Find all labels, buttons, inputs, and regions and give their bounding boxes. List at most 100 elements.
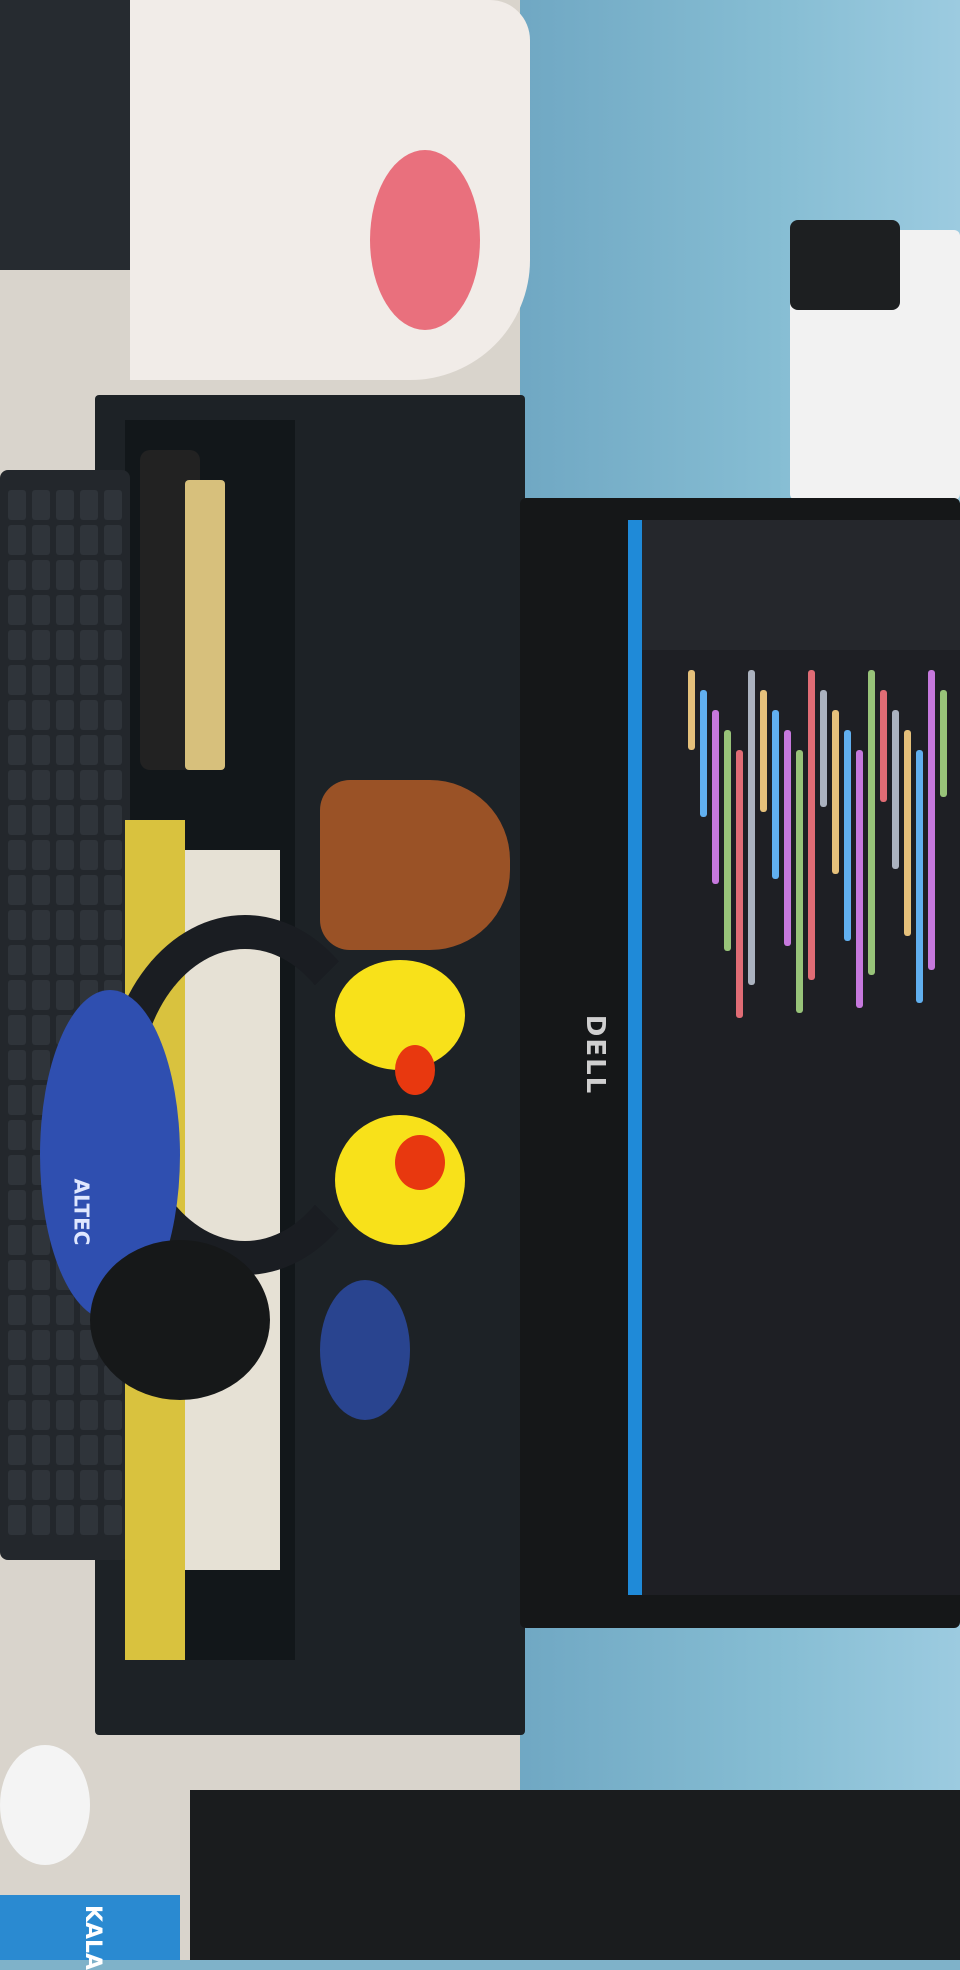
editor-status-bar: [628, 520, 642, 1595]
keyboard-key: [8, 1190, 26, 1220]
keyboard-key: [56, 840, 74, 870]
keyboard-key: [32, 945, 50, 975]
keyboard-key: [104, 700, 122, 730]
code-line: [820, 690, 827, 807]
code-line: [724, 730, 731, 951]
keyboard-key: [32, 630, 50, 660]
keyboard-key: [80, 875, 98, 905]
code-line: [712, 710, 719, 884]
keyboard-key: [104, 945, 122, 975]
keyboard-key: [32, 1505, 50, 1535]
keyboard-key: [8, 840, 26, 870]
keyboard-key: [8, 805, 26, 835]
keyboard-key: [80, 1400, 98, 1430]
keyboard-key: [104, 805, 122, 835]
code-line: [808, 670, 815, 980]
keyboard-key: [104, 910, 122, 940]
keyboard-key: [80, 840, 98, 870]
code-line: [736, 750, 743, 1018]
keyboard-key: [56, 805, 74, 835]
monitor-screen: [628, 520, 960, 1595]
keyboard-key: [56, 945, 74, 975]
keyboard-key: [8, 1155, 26, 1185]
keyboard-key: [56, 560, 74, 590]
keyboard-key: [8, 1365, 26, 1395]
code-line: [784, 730, 791, 946]
keyboard-key: [8, 1400, 26, 1430]
card-holder: [185, 480, 225, 770]
mouse: [0, 1745, 90, 1865]
keyboard-key: [104, 840, 122, 870]
keyboard-key: [32, 595, 50, 625]
keyboard-key: [56, 735, 74, 765]
headphone-earcup: [90, 1240, 270, 1400]
keyboard-key: [8, 700, 26, 730]
blue-ornament: [320, 1280, 410, 1420]
keyboard-key: [56, 1365, 74, 1395]
keyboard-key: [56, 1330, 74, 1360]
keyboard-key: [8, 665, 26, 695]
keyboard-key: [104, 1505, 122, 1535]
code-line: [856, 750, 863, 1008]
keyboard-key: [32, 735, 50, 765]
keyboard-key: [8, 945, 26, 975]
code-line: [760, 690, 767, 812]
box-label: KALA: [80, 1904, 106, 1970]
keyboard-key: [56, 980, 74, 1010]
keyboard-key: [80, 1505, 98, 1535]
keyboard-key: [32, 1330, 50, 1360]
keyboard-key: [80, 770, 98, 800]
keyboard-key: [32, 875, 50, 905]
keyboard-key: [56, 665, 74, 695]
keyboard-key: [8, 1470, 26, 1500]
keyboard-key: [80, 735, 98, 765]
editor-explorer-panel: [642, 520, 960, 650]
keyboard-key: [8, 1295, 26, 1325]
keyboard-key: [104, 525, 122, 555]
keyboard-key: [8, 735, 26, 765]
keyboard-key: [56, 595, 74, 625]
second-screen: [190, 1790, 960, 1960]
code-line: [940, 690, 947, 797]
keyboard-key: [56, 1295, 74, 1325]
keyboard-key: [32, 980, 50, 1010]
keyboard-key: [32, 1260, 50, 1290]
keyboard-key: [56, 490, 74, 520]
keyboard-key: [32, 700, 50, 730]
keyboard-key: [56, 700, 74, 730]
keyboard-key: [32, 1470, 50, 1500]
keyboard-key: [104, 735, 122, 765]
duck-beak: [395, 1135, 445, 1190]
keyboard-key: [104, 1470, 122, 1500]
keyboard-key: [80, 595, 98, 625]
keyboard-key: [8, 490, 26, 520]
keyboard-key: [56, 630, 74, 660]
keyboard-key: [104, 1435, 122, 1465]
code-line: [832, 710, 839, 874]
keyboard-key: [8, 595, 26, 625]
headphone-logo: ALTEC: [69, 1178, 94, 1246]
code-line: [748, 670, 755, 985]
keyboard-key: [56, 1505, 74, 1535]
keyboard-key: [32, 665, 50, 695]
code-line: [868, 670, 875, 975]
monitor-logo: DELL: [580, 1014, 611, 1096]
keyboard-key: [8, 1330, 26, 1360]
code-line: [796, 750, 803, 1013]
keyboard-key: [104, 665, 122, 695]
keyboard-key: [56, 770, 74, 800]
keyboard-key: [32, 1015, 50, 1045]
keyboard-key: [8, 1505, 26, 1535]
keyboard-key: [32, 560, 50, 590]
keyboard-key: [56, 910, 74, 940]
keyboard-key: [32, 805, 50, 835]
keyboard-key: [80, 1435, 98, 1465]
keyboard-key: [104, 875, 122, 905]
keyboard-key: [80, 1365, 98, 1395]
keyboard-key: [8, 1225, 26, 1255]
keyboard-key: [32, 490, 50, 520]
keyboard-key: [8, 560, 26, 590]
keyboard-key: [8, 525, 26, 555]
keyboard-key: [32, 840, 50, 870]
code-line: [928, 670, 935, 970]
